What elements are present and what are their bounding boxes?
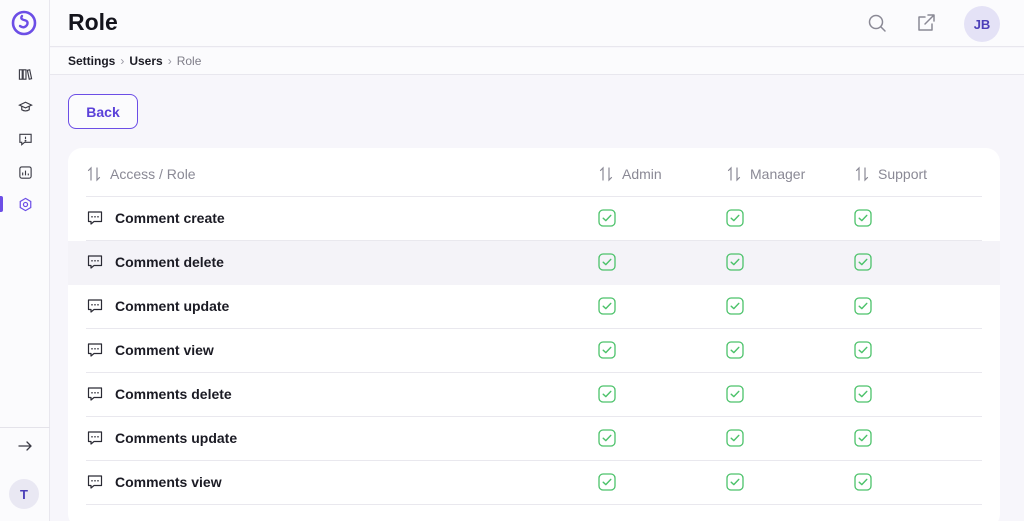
table-row[interactable]: Comments update <box>68 417 1000 461</box>
checkbox-checked-admin[interactable] <box>598 429 616 447</box>
comment-icon <box>86 253 104 271</box>
settings-icon <box>19 197 31 211</box>
sidebar-item-help[interactable] <box>0 127 50 151</box>
checkbox-checked-support[interactable] <box>854 253 872 271</box>
permission-label: Comment update <box>115 298 230 314</box>
sort-icon <box>599 166 613 182</box>
comment-icon <box>86 429 104 447</box>
sidebar-item-analytics[interactable] <box>0 160 50 184</box>
checkbox-checked-manager[interactable] <box>726 341 744 359</box>
checkbox-checked-support[interactable] <box>854 341 872 359</box>
permission-label: Comment create <box>115 210 225 226</box>
sidebar-item-learning[interactable] <box>0 94 50 118</box>
column-header-admin[interactable]: Admin <box>598 164 662 184</box>
row-divider <box>86 504 982 505</box>
help-chat-icon <box>18 133 32 146</box>
user-avatar[interactable]: JB <box>964 6 1000 42</box>
breadcrumb: Settings › Users › Role <box>50 48 1024 75</box>
sidebar: T <box>0 0 50 521</box>
breadcrumb-settings[interactable]: Settings <box>68 54 115 68</box>
checkbox-checked-support[interactable] <box>854 429 872 447</box>
chevron-right-icon: › <box>167 54 172 68</box>
checkbox-checked-admin[interactable] <box>598 341 616 359</box>
checkbox-checked-admin[interactable] <box>598 473 616 491</box>
checkbox-checked-manager[interactable] <box>726 297 744 315</box>
checkbox-checked-manager[interactable] <box>726 253 744 271</box>
table-row[interactable]: Comment create <box>68 197 1000 241</box>
checkbox-checked-support[interactable] <box>854 473 872 491</box>
checkbox-checked-manager[interactable] <box>726 385 744 403</box>
sort-icon <box>727 166 741 182</box>
chevron-right-icon: › <box>120 54 125 68</box>
comment-icon <box>86 341 104 359</box>
expand-sidebar-button[interactable] <box>13 436 37 456</box>
column-header-label: Admin <box>622 166 662 182</box>
comment-icon <box>86 385 104 403</box>
column-header-label: Support <box>878 166 928 182</box>
permission-label: Comments update <box>115 430 238 446</box>
column-header-support[interactable]: Support <box>854 164 927 184</box>
checkbox-checked-admin[interactable] <box>598 385 616 403</box>
permission-label: Comments view <box>115 474 222 490</box>
sidebar-divider <box>0 427 50 428</box>
breadcrumb-role: Role <box>176 54 202 68</box>
external-link-icon <box>918 14 935 31</box>
workspace-avatar[interactable]: T <box>9 479 39 509</box>
permissions-table: Access / Role Admin Manager Support Comm… <box>68 148 1000 521</box>
sort-icon <box>855 166 869 182</box>
column-header-access-role[interactable]: Access / Role <box>86 164 196 184</box>
checkbox-checked-support[interactable] <box>854 385 872 403</box>
column-header-label: Manager <box>750 166 806 182</box>
sidebar-item-library[interactable] <box>0 62 50 86</box>
permission-label: Comment delete <box>115 254 224 270</box>
search-button[interactable] <box>866 12 888 34</box>
table-row[interactable]: Comments delete <box>68 373 1000 417</box>
page-title: Role <box>68 9 118 35</box>
app-logo-icon[interactable] <box>11 10 37 36</box>
column-header-label: Access / Role <box>110 166 196 182</box>
comment-icon <box>86 209 104 227</box>
table-row[interactable]: Comment view <box>68 329 1000 373</box>
checkbox-checked-manager[interactable] <box>726 209 744 227</box>
table-row[interactable]: Comments view <box>68 461 1000 505</box>
checkbox-checked-manager[interactable] <box>726 429 744 447</box>
analytics-icon <box>18 165 32 179</box>
arrow-right-icon <box>18 441 32 451</box>
checkbox-checked-admin[interactable] <box>598 297 616 315</box>
sidebar-item-settings[interactable] <box>0 192 50 216</box>
column-header-manager[interactable]: Manager <box>726 164 805 184</box>
checkbox-checked-support[interactable] <box>854 297 872 315</box>
table-row[interactable]: Comment update <box>68 285 1000 329</box>
checkbox-checked-admin[interactable] <box>598 209 616 227</box>
search-icon <box>868 14 886 32</box>
comment-icon <box>86 473 104 491</box>
graduation-cap-icon <box>17 101 33 112</box>
open-external-button[interactable] <box>915 12 937 34</box>
checkbox-checked-support[interactable] <box>854 209 872 227</box>
sort-icon <box>87 166 101 182</box>
library-icon <box>18 68 32 80</box>
table-row[interactable]: Comment delete <box>68 241 1000 285</box>
permission-label: Comment view <box>115 342 214 358</box>
back-button[interactable]: Back <box>68 94 138 129</box>
top-header: Role JB <box>50 0 1024 47</box>
permission-label: Comments delete <box>115 386 232 402</box>
checkbox-checked-manager[interactable] <box>726 473 744 491</box>
checkbox-checked-admin[interactable] <box>598 253 616 271</box>
comment-icon <box>86 297 104 315</box>
breadcrumb-users[interactable]: Users <box>129 54 162 68</box>
